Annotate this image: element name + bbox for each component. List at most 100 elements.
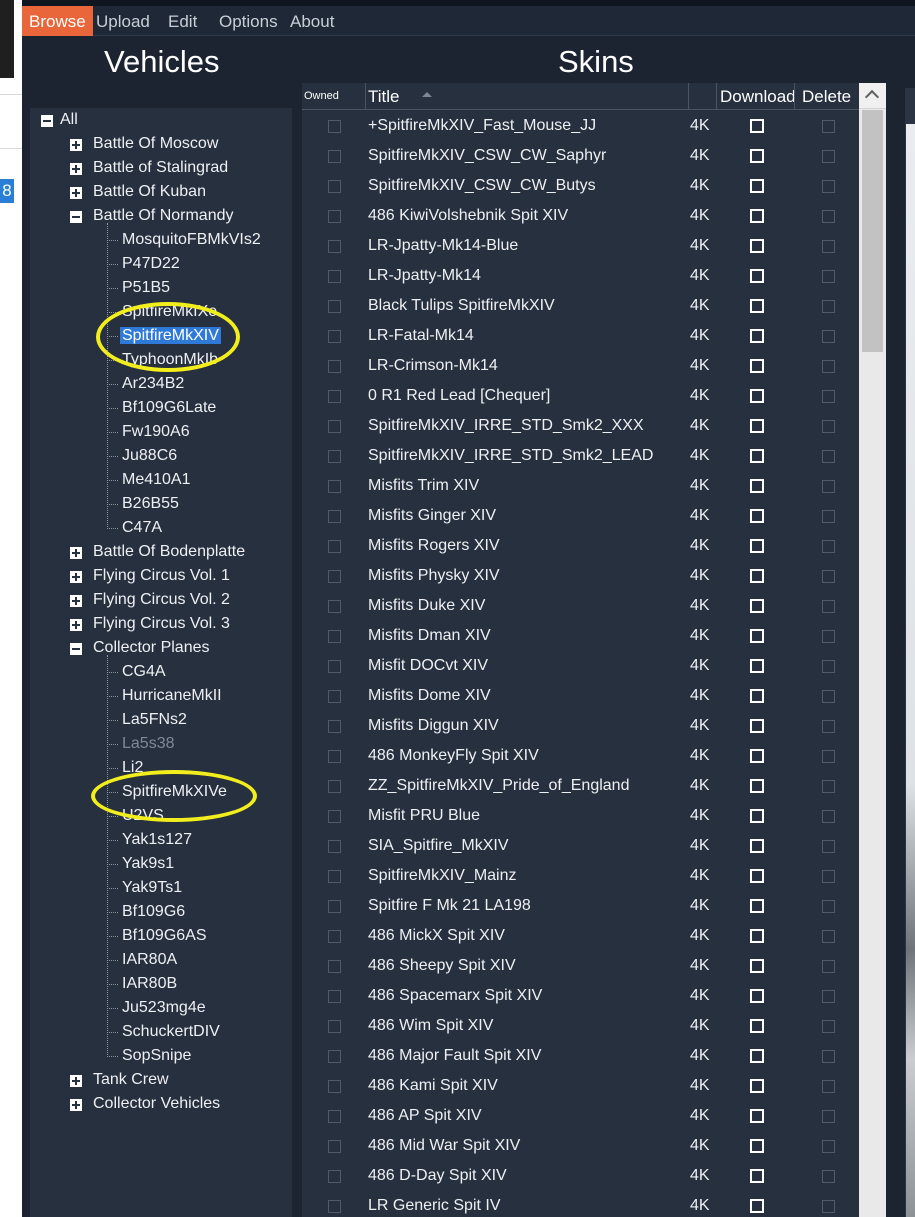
table-row[interactable]: 486 Mid War Spit XIV 4K <box>302 1131 859 1161</box>
delete-checkbox[interactable] <box>822 1140 835 1153</box>
column-header-download[interactable]: Download <box>720 83 796 109</box>
collapse-icon[interactable] <box>70 643 82 655</box>
download-checkbox[interactable] <box>750 1049 764 1063</box>
delete-checkbox[interactable] <box>822 750 835 763</box>
table-row[interactable]: SpitfireMkXIV_CSW_CW_Butys 4K <box>302 171 859 201</box>
download-checkbox[interactable] <box>750 179 764 193</box>
owned-checkbox[interactable] <box>328 300 341 313</box>
owned-checkbox[interactable] <box>328 1170 341 1183</box>
table-row[interactable]: 486 Kami Spit XIV 4K <box>302 1071 859 1101</box>
table-row[interactable]: Misfits Diggun XIV 4K <box>302 711 859 741</box>
download-checkbox[interactable] <box>750 899 764 913</box>
tree-node[interactable]: Battle Of Normandy <box>93 205 234 227</box>
table-row[interactable]: 486 MickX Spit XIV 4K <box>302 921 859 951</box>
expand-icon[interactable] <box>70 619 82 631</box>
owned-checkbox[interactable] <box>328 990 341 1003</box>
table-row[interactable]: 486 AP Spit XIV 4K <box>302 1101 859 1131</box>
owned-checkbox[interactable] <box>328 1020 341 1033</box>
table-row[interactable]: Misfits Rogers XIV 4K <box>302 531 859 561</box>
owned-checkbox[interactable] <box>328 150 341 163</box>
tree-node[interactable]: Flying Circus Vol. 1 <box>93 565 230 587</box>
owned-checkbox[interactable] <box>328 690 341 703</box>
tree-node[interactable]: Ju88C6 <box>122 445 177 467</box>
tree-node[interactable]: Battle Of Moscow <box>93 133 218 155</box>
expand-icon[interactable] <box>70 595 82 607</box>
owned-checkbox[interactable] <box>328 1080 341 1093</box>
tree-node[interactable]: Bf109G6AS <box>122 925 207 947</box>
delete-checkbox[interactable] <box>822 690 835 703</box>
download-checkbox[interactable] <box>750 569 764 583</box>
table-row[interactable]: SpitfireMkXIV_Mainz 4K <box>302 861 859 891</box>
owned-checkbox[interactable] <box>328 750 341 763</box>
download-checkbox[interactable] <box>750 239 764 253</box>
owned-checkbox[interactable] <box>328 930 341 943</box>
table-row[interactable]: Misfit PRU Blue 4K <box>302 801 859 831</box>
table-row[interactable]: LR Generic Spit IV 4K <box>302 1191 859 1217</box>
owned-checkbox[interactable] <box>328 1110 341 1123</box>
delete-checkbox[interactable] <box>822 1200 835 1213</box>
owned-checkbox[interactable] <box>328 1140 341 1153</box>
tree-node[interactable]: Bf109G6Late <box>122 397 216 419</box>
delete-checkbox[interactable] <box>822 420 835 433</box>
owned-checkbox[interactable] <box>328 870 341 883</box>
owned-checkbox[interactable] <box>328 720 341 733</box>
table-row[interactable]: Misfits Ginger XIV 4K <box>302 501 859 531</box>
delete-checkbox[interactable] <box>822 330 835 343</box>
owned-checkbox[interactable] <box>328 630 341 643</box>
download-checkbox[interactable] <box>750 749 764 763</box>
scroll-thumb[interactable] <box>862 110 883 352</box>
table-row[interactable]: 486 KiwiVolshebnik Spit XIV 4K <box>302 201 859 231</box>
table-row[interactable]: 486 Spacemarx Spit XIV 4K <box>302 981 859 1011</box>
menu-options[interactable]: Options <box>212 6 285 36</box>
tree-node[interactable]: HurricaneMkII <box>122 685 222 707</box>
delete-checkbox[interactable] <box>822 900 835 913</box>
tree-node[interactable]: Battle of Stalingrad <box>93 157 228 179</box>
download-checkbox[interactable] <box>750 539 764 553</box>
table-row[interactable]: +SpitfireMkXIV_Fast_Mouse_JJ 4K <box>302 111 859 141</box>
owned-checkbox[interactable] <box>328 660 341 673</box>
owned-checkbox[interactable] <box>328 810 341 823</box>
tree-node[interactable]: La5s38 <box>122 733 175 755</box>
menu-edit[interactable]: Edit <box>161 6 204 36</box>
delete-checkbox[interactable] <box>822 480 835 493</box>
tree-node[interactable]: Me410A1 <box>122 469 191 491</box>
owned-checkbox[interactable] <box>328 120 341 133</box>
tree-node[interactable]: CG4A <box>122 661 166 683</box>
tree-node[interactable]: C47A <box>122 517 162 539</box>
table-row[interactable]: Misfits Duke XIV 4K <box>302 591 859 621</box>
download-checkbox[interactable] <box>750 599 764 613</box>
delete-checkbox[interactable] <box>822 930 835 943</box>
table-row[interactable]: SpitfireMkXIV_CSW_CW_Saphyr 4K <box>302 141 859 171</box>
owned-checkbox[interactable] <box>328 240 341 253</box>
download-checkbox[interactable] <box>750 629 764 643</box>
download-checkbox[interactable] <box>750 209 764 223</box>
delete-checkbox[interactable] <box>822 1050 835 1063</box>
owned-checkbox[interactable] <box>328 330 341 343</box>
tree-node[interactable]: SopSnipe <box>122 1045 191 1067</box>
tree-node[interactable]: IAR80B <box>122 973 177 995</box>
owned-checkbox[interactable] <box>328 780 341 793</box>
vehicle-tree[interactable]: All Battle Of Moscow Battle of Stalingrad B… <box>30 108 292 1217</box>
download-checkbox[interactable] <box>750 329 764 343</box>
download-checkbox[interactable] <box>750 299 764 313</box>
scroll-up-arrow-icon[interactable] <box>859 83 886 109</box>
owned-checkbox[interactable] <box>328 360 341 373</box>
owned-checkbox[interactable] <box>328 450 341 463</box>
menu-browse[interactable]: Browse <box>22 6 93 36</box>
delete-checkbox[interactable] <box>822 780 835 793</box>
delete-checkbox[interactable] <box>822 300 835 313</box>
owned-checkbox[interactable] <box>328 960 341 973</box>
delete-checkbox[interactable] <box>822 510 835 523</box>
download-checkbox[interactable] <box>750 1169 764 1183</box>
table-row[interactable]: Misfits Dome XIV 4K <box>302 681 859 711</box>
delete-checkbox[interactable] <box>822 1020 835 1033</box>
tree-node[interactable]: IAR80A <box>122 949 177 971</box>
tree-node[interactable]: Collector Planes <box>93 637 210 659</box>
tree-node[interactable]: Ar234B2 <box>122 373 184 395</box>
delete-checkbox[interactable] <box>822 1110 835 1123</box>
tree-node[interactable]: Yak9s1 <box>122 853 174 875</box>
expand-icon[interactable] <box>70 139 82 151</box>
table-row[interactable]: Misfit DOCvt XIV 4K <box>302 651 859 681</box>
tree-node[interactable]: SchuckertDIV <box>122 1021 220 1043</box>
download-checkbox[interactable] <box>750 389 764 403</box>
